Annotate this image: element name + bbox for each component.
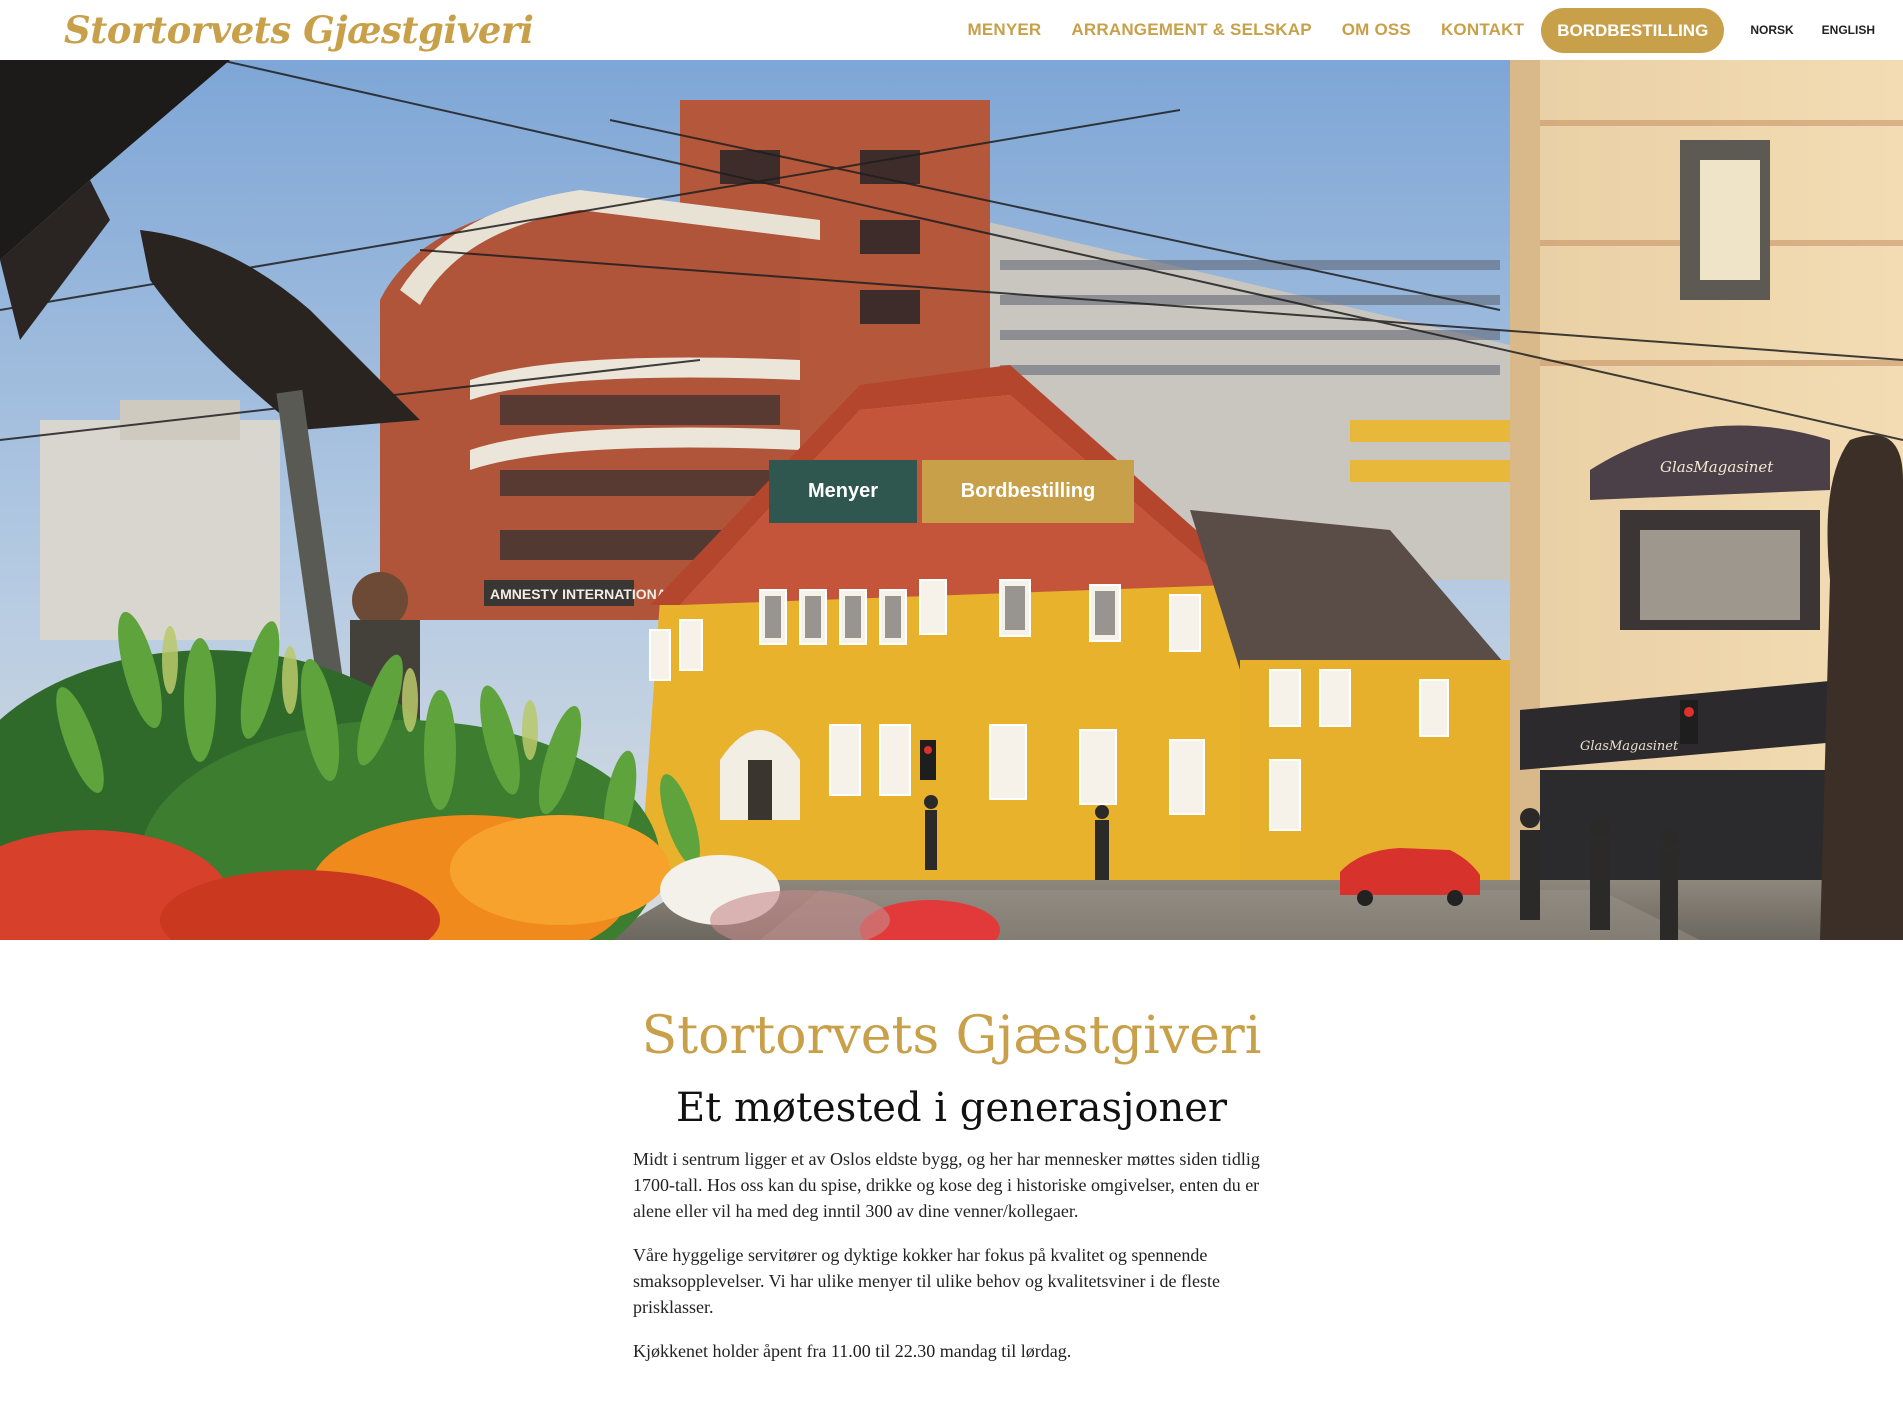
bordbestilling-nav-button[interactable]: BORDBESTILLING	[1541, 7, 1725, 53]
site-header: Stortorvets Gjæstgiveri MENYER ARRANGEME…	[0, 0, 1903, 60]
intro-section: Stortorvets Gjæstgiveri Et møtested i ge…	[0, 940, 1903, 1425]
intro-title: Stortorvets Gjæstgiveri	[641, 1006, 1262, 1066]
nav-item-kontakt[interactable]: KONTAKT	[1426, 20, 1539, 40]
language-norsk-link[interactable]: NORSK	[1736, 23, 1807, 37]
nav-item-arrangement-selskap[interactable]: ARRANGEMENT & SELSKAP	[1056, 20, 1326, 40]
opening-hours-paragraph: Kjøkkenet holder åpent fra 11.00 til 22.…	[633, 1341, 1072, 1361]
nav-item-om-oss[interactable]: OM OSS	[1327, 20, 1426, 40]
main-nav: MENYER ARRANGEMENT & SELSKAP OM OSS KONT…	[952, 0, 1903, 60]
intro-body: Midt i sentrum ligger et av Oslos eldste…	[633, 1146, 1269, 1382]
amnesty-sign: AMNESTY INTERNATIONAL	[490, 586, 676, 602]
glasmagasinet-awning-sign: GlasMagasinet	[1660, 458, 1774, 476]
hero-section: AMNESTY INTERNATIONAL GlasMagasinet Glas…	[0, 60, 1903, 940]
hero-menyer-button[interactable]: Menyer	[769, 460, 917, 523]
intro-paragraph: Våre hyggelige servitører og dyktige kok…	[633, 1245, 1220, 1317]
nav-item-menyer[interactable]: MENYER	[952, 20, 1056, 40]
site-logo[interactable]: Stortorvets Gjæstgiveri	[64, 6, 534, 54]
hero-button-group: Menyer Bordbestilling	[769, 460, 1134, 523]
hero-bordbestilling-button[interactable]: Bordbestilling	[922, 460, 1134, 523]
intro-paragraph: Midt i sentrum ligger et av Oslos eldste…	[633, 1149, 1260, 1221]
glasmagasinet-lower-sign: GlasMagasinet	[1580, 739, 1679, 754]
intro-subtitle: Et møtested i generasjoner	[675, 1085, 1228, 1131]
language-english-link[interactable]: ENGLISH	[1808, 23, 1889, 37]
